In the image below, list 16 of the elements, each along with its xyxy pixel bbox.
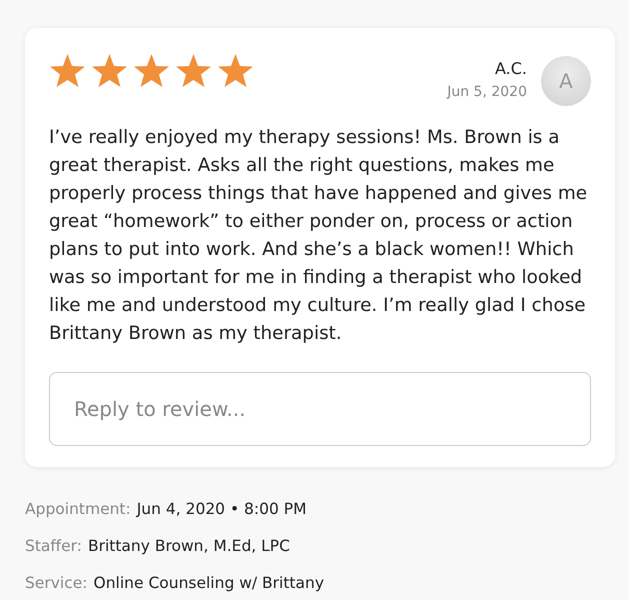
avatar: A — [541, 56, 591, 106]
review-text: I’ve really enjoyed my therapy sessions! Ms. Brown is a great therapist. Asks all the right questions, makes me properly process things that have happened and gives me great “homework” to either ponder on, process or action plans to put into work. And she’s a black women!! Which was so important for me in finding a therapist who looked like me and understood my culture. I’m really glad I chose Brittany Brown as my therapist. — [49, 126, 588, 346]
detail-value: Online Counseling w/ Brittany — [94, 573, 324, 593]
reviewer-name: A.C. — [494, 59, 527, 78]
star-icon — [175, 53, 212, 88]
star-icon — [91, 53, 128, 88]
review-date: Jun 5, 2020 — [447, 84, 527, 100]
reply-field[interactable]: Reply to review... — [49, 372, 591, 446]
detail-label: Appointment: — [25, 499, 131, 519]
detail-label: Staffer: — [25, 536, 82, 556]
star-icon — [217, 53, 254, 88]
detail-value: Brittany Brown, M.Ed, LPC — [88, 536, 290, 556]
detail-value: Jun 4, 2020 • 8:00 PM — [136, 499, 306, 519]
detail-label: Service: — [25, 573, 88, 593]
star-icon — [133, 53, 170, 88]
star-icon — [49, 53, 86, 88]
